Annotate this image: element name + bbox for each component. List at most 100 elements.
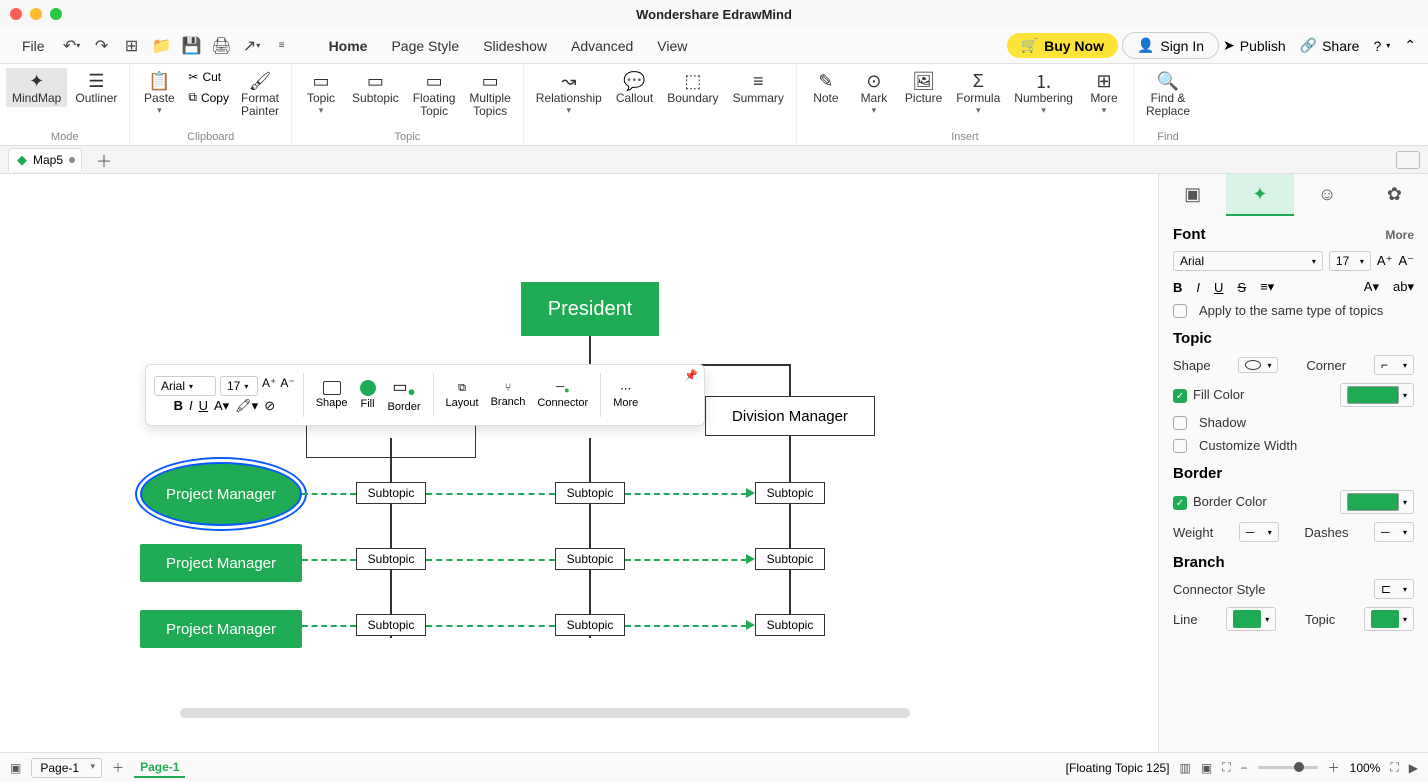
fill-tool[interactable]: Fill [356, 380, 380, 410]
view-mode-2[interactable]: ▣ [1201, 761, 1212, 775]
file-menu[interactable]: File [12, 34, 55, 58]
redo-button[interactable]: ↷ [89, 33, 115, 59]
mindmap-mode-button[interactable]: ✦MindMap [6, 68, 67, 107]
format-painter-button[interactable]: 🖌Format Painter [235, 68, 285, 120]
page-selector[interactable]: Page-1 [31, 758, 102, 778]
zoom-in-button[interactable]: ＋ [1328, 759, 1340, 776]
collapse-ribbon-button[interactable]: ⌃ [1404, 37, 1416, 54]
customize-qat[interactable]: ≡ [269, 33, 295, 59]
panel-tab-icon[interactable]: ☺ [1294, 174, 1361, 216]
tab-slideshow[interactable]: Slideshow [473, 34, 557, 58]
italic-button[interactable]: I [189, 398, 193, 414]
node-president[interactable]: President [521, 282, 659, 336]
align-button[interactable]: ≡▾ [1260, 279, 1274, 295]
numbering-button[interactable]: ⒈Numbering▾ [1008, 68, 1079, 118]
publish-button[interactable]: ➤Publish [1223, 37, 1286, 54]
outline-view-button[interactable]: ▣ [10, 761, 21, 775]
zoom-out-button[interactable]: − [1241, 761, 1248, 775]
font-decrease-button[interactable]: A⁻ [1398, 253, 1414, 269]
line-color-select[interactable]: ▾ [1226, 607, 1276, 631]
floating-topic-button[interactable]: ▭Floating Topic [407, 68, 462, 120]
underline-button[interactable]: U [199, 398, 208, 414]
zoom-slider[interactable] [1258, 766, 1318, 769]
window-minimize-button[interactable] [30, 8, 42, 20]
undo-button[interactable]: ↶ ▾ [59, 33, 85, 59]
font-increase-button[interactable]: A⁺ [262, 376, 276, 396]
horizontal-scrollbar[interactable] [180, 708, 910, 718]
page-tab[interactable]: Page-1 [134, 758, 185, 778]
corner-select[interactable]: ⌐▾ [1374, 355, 1414, 375]
topic-color-select[interactable]: ▾ [1364, 607, 1414, 631]
export-button[interactable]: ↗ ▾ [239, 33, 265, 59]
add-page-button[interactable]: ＋ [112, 759, 124, 776]
node-subtopic[interactable]: Subtopic [755, 548, 825, 570]
text-case-button[interactable]: ab▾ [1393, 279, 1414, 295]
italic-button[interactable]: I [1196, 280, 1200, 295]
bold-button[interactable]: B [1173, 280, 1182, 295]
font-color-button[interactable]: A▾ [214, 398, 229, 414]
connector-style-select[interactable]: ⊏▾ [1374, 579, 1414, 599]
print-button[interactable]: 🖨 [209, 33, 235, 59]
node-subtopic[interactable]: Subtopic [555, 482, 625, 504]
mark-button[interactable]: ⊙Mark▾ [851, 68, 897, 118]
outliner-mode-button[interactable]: ☰Outliner [69, 68, 123, 107]
font-decrease-button[interactable]: A⁻ [280, 376, 294, 396]
summary-button[interactable]: ≡Summary [727, 68, 790, 107]
weight-select[interactable]: ─▾ [1239, 522, 1279, 542]
font-color-button[interactable]: A▾ [1364, 279, 1379, 295]
open-button[interactable]: 📁 [149, 33, 175, 59]
node-subtopic[interactable]: Subtopic [356, 548, 426, 570]
new-button[interactable]: ⊞ [119, 33, 145, 59]
shadow-checkbox[interactable] [1173, 416, 1187, 430]
pin-button[interactable]: 📌 [684, 369, 698, 382]
more-insert-button[interactable]: ⊞More▾ [1081, 68, 1127, 118]
fill-color-select[interactable]: ▾ [1340, 383, 1414, 407]
canvas[interactable]: President Division Manager Subtopic Subt… [0, 174, 1158, 752]
boundary-button[interactable]: ⬚Boundary [661, 68, 724, 107]
save-button[interactable]: 💾 [179, 33, 205, 59]
border-color-checkbox[interactable]: ✓ [1173, 496, 1187, 510]
help-button[interactable]: ? ▾ [1373, 38, 1390, 54]
font-family-select[interactable]: Arial▾ [1173, 251, 1323, 271]
relationship-button[interactable]: ↝Relationship▾ [530, 68, 608, 118]
border-tool[interactable]: ▭●Border [384, 377, 425, 413]
callout-button[interactable]: 💬Callout [610, 68, 659, 107]
node-subtopic[interactable]: Subtopic [555, 548, 625, 570]
document-tab[interactable]: ◆ Map5 [8, 148, 82, 171]
cut-button[interactable]: ✂Cut [184, 68, 233, 86]
tab-view[interactable]: View [647, 34, 697, 58]
add-tab-button[interactable]: ＋ [90, 148, 118, 172]
branch-tool[interactable]: ⑂Branch [487, 382, 530, 408]
node-project-manager[interactable]: Project Manager [140, 610, 302, 648]
panel-tab-style[interactable]: ✦ [1226, 174, 1293, 216]
view-mode-1[interactable]: ▥ [1180, 761, 1191, 775]
apply-same-checkbox[interactable] [1173, 304, 1187, 318]
multiple-topics-button[interactable]: ▭Multiple Topics [463, 68, 516, 120]
layout-tool[interactable]: ⧉Layout [442, 382, 483, 409]
dashes-select[interactable]: ─▾ [1374, 522, 1414, 542]
paste-button[interactable]: 📋Paste▾ [136, 68, 182, 118]
more-tool[interactable]: ⋯More [609, 382, 642, 409]
node-division-manager[interactable]: Division Manager [705, 396, 875, 436]
subtopic-button[interactable]: ▭Subtopic [346, 68, 405, 107]
tab-home[interactable]: Home [319, 34, 378, 58]
fullscreen-button[interactable]: ⛶ [1390, 760, 1398, 775]
window-maximize-button[interactable] [50, 8, 62, 20]
font-size-select[interactable]: 17▾ [1329, 251, 1371, 271]
fill-color-checkbox[interactable]: ✓ [1173, 389, 1187, 403]
window-close-button[interactable] [10, 8, 22, 20]
node-project-manager[interactable]: Project Manager [140, 544, 302, 582]
font-family-select[interactable]: Arial▾ [154, 376, 216, 396]
formula-button[interactable]: ΣFormula▾ [950, 68, 1006, 118]
topic-button[interactable]: ▭Topic▾ [298, 68, 344, 118]
strikethrough-button[interactable]: S [1237, 280, 1246, 295]
shape-tool[interactable]: Shape [312, 381, 352, 409]
clear-format-button[interactable]: ⊘ [264, 398, 275, 414]
share-button[interactable]: 🔗Share [1300, 37, 1360, 54]
highlight-button[interactable]: 🖍▾ [235, 398, 258, 414]
underline-button[interactable]: U [1214, 280, 1223, 295]
buy-now-button[interactable]: 🛒Buy Now [1007, 33, 1118, 58]
node-subtopic[interactable]: Subtopic [755, 482, 825, 504]
sign-in-button[interactable]: 👤Sign In [1122, 32, 1219, 59]
font-size-select[interactable]: 17▾ [220, 376, 258, 396]
